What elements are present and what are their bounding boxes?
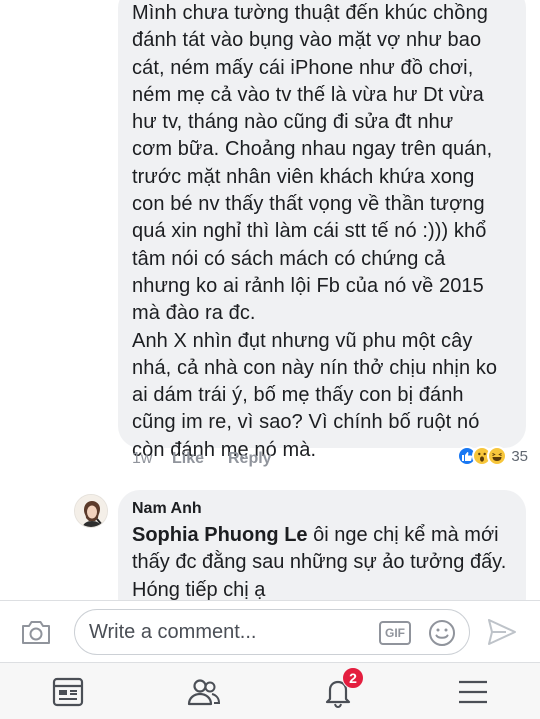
mention-link[interactable]: Sophia Phuong Le [132, 524, 308, 546]
haha-icon [487, 446, 508, 466]
comment-thread: Mình chưa tường thuật đến khúc chồng đán… [0, 0, 540, 600]
news-feed-icon[interactable] [50, 675, 86, 709]
gif-button[interactable]: GIF [379, 621, 411, 645]
comment-meta: 1w Like Reply [132, 450, 272, 468]
comment-text: Mình chưa tường thuật đến khúc chồng đán… [132, 2, 498, 461]
comment-timestamp: 1w [132, 450, 153, 467]
reply-bubble: Nam Anh Sophia Phuong Le ôi nge chị kể m… [118, 490, 526, 600]
notification-badge: 2 [342, 667, 364, 689]
camera-icon[interactable] [20, 618, 52, 646]
bottom-tab-bar: 2 [0, 662, 540, 719]
send-icon[interactable] [486, 617, 518, 647]
menu-icon[interactable] [455, 675, 491, 709]
avatar[interactable] [74, 494, 108, 528]
comment-input-container[interactable]: GIF [74, 609, 470, 655]
like-link[interactable]: Like [172, 450, 228, 468]
reply-text: Sophia Phuong Le ôi nge chị kể mà mới th… [132, 522, 512, 600]
comment-input[interactable] [89, 610, 369, 654]
reaction-count: 35 [511, 447, 528, 465]
comment-composer: GIF [0, 600, 540, 662]
reply-link[interactable]: Reply [228, 450, 272, 468]
reply-author[interactable]: Nam Anh [132, 500, 512, 518]
notifications-icon[interactable]: 2 [320, 667, 364, 709]
reactions-summary[interactable]: 35 [457, 446, 528, 466]
comment-actions-row: 1w Like Reply 35 [118, 446, 528, 474]
reply-text-first: ôi nge chị kể mà mới [307, 524, 499, 546]
friends-icon[interactable] [186, 675, 222, 709]
emoji-icon[interactable] [427, 618, 457, 648]
comment-bubble: Mình chưa tường thuật đến khúc chồng đán… [118, 0, 526, 461]
reply-text-rest: thấy đc đằng sau những sự ảo tưởng đấy. … [132, 551, 507, 600]
